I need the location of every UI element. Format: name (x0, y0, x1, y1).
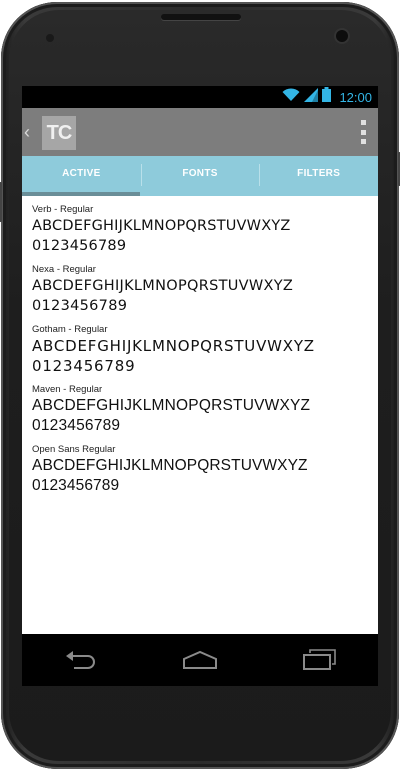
navigation-bar (22, 634, 378, 686)
back-icon[interactable] (61, 648, 101, 672)
font-entry-nexa[interactable]: Nexa - Regular ABCDEFGHIJKLMNOPQRSTUVWXY… (32, 264, 372, 316)
font-list: Verb - Regular ABCDEFGHIJKLMNOPQRSTUVWXY… (22, 196, 378, 634)
tab-active[interactable]: ACTIVE (22, 156, 141, 196)
front-camera (336, 30, 348, 42)
up-navigation-icon[interactable]: ‹ (24, 122, 36, 142)
action-bar: ‹ TC (22, 108, 378, 156)
font-sample-digits: 0123456789 (32, 238, 127, 254)
font-sample-alphabet: ABCDEFGHIJKLMNOPQRSTUVWXYZ (32, 337, 315, 355)
font-sample-digits: 0123456789 (32, 298, 128, 314)
tab-bar: ACTIVE FONTS FILTERS (22, 156, 378, 196)
tab-fonts[interactable]: FONTS (140, 156, 260, 196)
font-name: Gotham - Regular (32, 324, 108, 335)
font-sample-alphabet: ABCDEFGHIJKLMNOPQRSTUVWXYZ (32, 218, 291, 234)
font-entry-maven[interactable]: Maven - Regular ABCDEFGHIJKLMNOPQRSTUVWX… (32, 384, 372, 436)
screen: 12:00 ‹ TC ACTIVE FONTS FILTERS Verb - R… (22, 86, 378, 686)
battery-icon (322, 87, 332, 107)
font-entry-gotham[interactable]: Gotham - Regular ABCDEFGHIJKLMNOPQRSTUVW… (32, 324, 372, 376)
font-entry-verb[interactable]: Verb - Regular ABCDEFGHIJKLMNOPQRSTUVWXY… (32, 204, 372, 256)
status-time: 12:00 (339, 89, 372, 105)
wifi-icon (282, 87, 300, 107)
font-sample-digits: 0123456789 (32, 477, 120, 494)
font-sample-alphabet: ABCDEFGHIJKLMNOPQRSTUVWXYZ (32, 397, 311, 414)
font-name: Nexa - Regular (32, 264, 96, 275)
status-bar: 12:00 (22, 86, 378, 108)
app-logo[interactable]: TC (42, 116, 76, 150)
font-sample-digits: 0123456789 (32, 357, 136, 375)
font-sample-digits: 0123456789 (32, 417, 121, 434)
font-name: Verb - Regular (32, 204, 94, 215)
home-icon[interactable] (180, 648, 220, 672)
tab-filters[interactable]: FILTERS (259, 156, 378, 196)
proximity-sensor (46, 34, 54, 42)
overflow-menu-icon[interactable] (358, 120, 368, 144)
recent-apps-icon[interactable] (299, 648, 339, 672)
font-sample-alphabet: ABCDEFGHIJKLMNOPQRSTUVWXYZ (32, 278, 294, 294)
font-sample-alphabet: ABCDEFGHIJKLMNOPQRSTUVWXYZ (32, 457, 308, 474)
volume-button (0, 182, 2, 222)
signal-icon (304, 87, 319, 107)
font-name: Maven - Regular (32, 384, 103, 395)
font-entry-open-sans[interactable]: Open Sans Regular ABCDEFGHIJKLMNOPQRSTUV… (32, 444, 372, 496)
font-name: Open Sans Regular (32, 444, 116, 455)
earpiece-speaker (161, 14, 241, 20)
